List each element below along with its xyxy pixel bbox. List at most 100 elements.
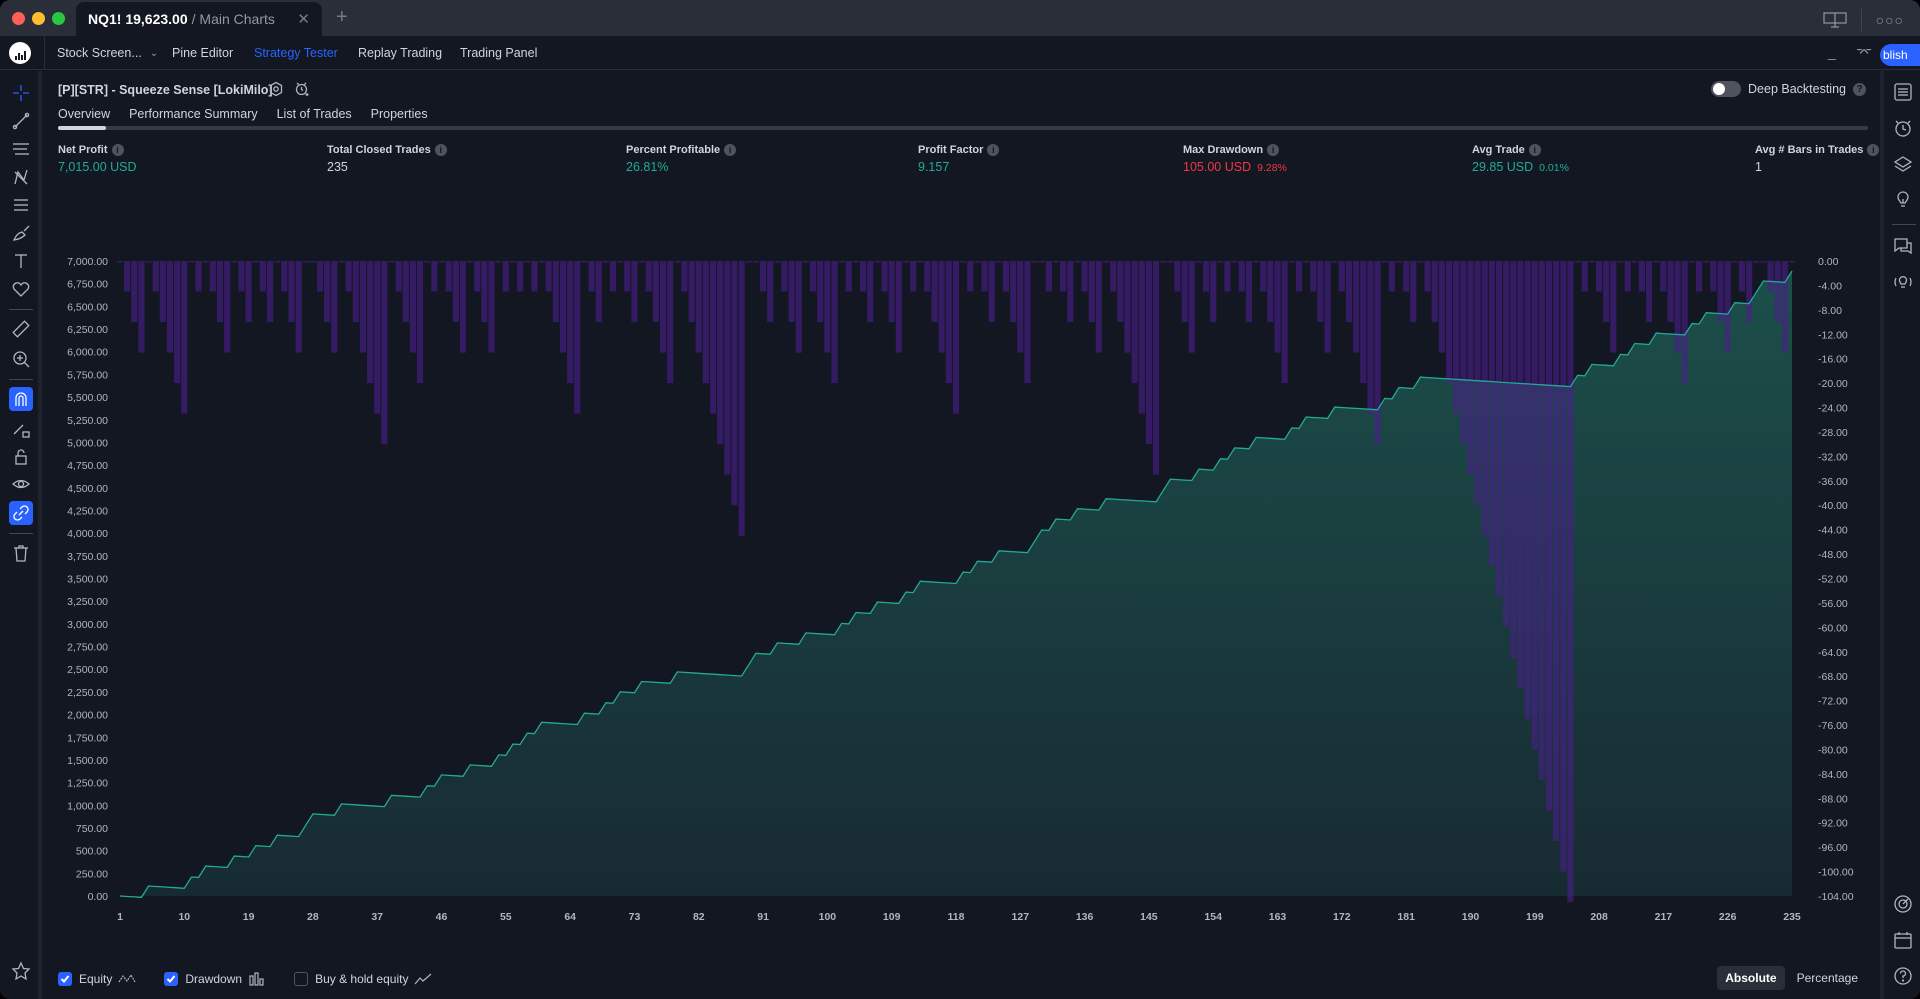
equity-checkbox[interactable] bbox=[58, 972, 72, 986]
info-icon[interactable]: i bbox=[987, 144, 1000, 156]
x-tick-label: 235 bbox=[1783, 911, 1801, 923]
drawdown-checkbox[interactable] bbox=[164, 972, 179, 986]
zoom-window-button[interactable] bbox=[52, 12, 65, 25]
menu-pine-editor[interactable]: Pine Editor bbox=[172, 36, 233, 70]
drawdown-bar bbox=[1195, 261, 1202, 263]
drawing-toolbar bbox=[0, 71, 42, 999]
y-left-tick-label: 6,500.00 bbox=[67, 301, 108, 313]
legend-buy-hold[interactable]: Buy & hold equity bbox=[294, 972, 432, 986]
eye-icon[interactable] bbox=[9, 473, 33, 497]
y-left-tick-label: 5,750.00 bbox=[67, 369, 108, 381]
deep-backtesting-toggle[interactable] bbox=[1711, 81, 1742, 97]
magnet-icon[interactable] bbox=[9, 387, 33, 411]
y-right-tick-label: -72.00 bbox=[1818, 696, 1848, 708]
menu-trading-panel[interactable]: Trading Panel bbox=[460, 36, 537, 70]
drawdown-bar bbox=[738, 261, 745, 536]
layout-icon[interactable] bbox=[1823, 12, 1847, 28]
close-window-button[interactable] bbox=[12, 12, 25, 25]
publish-button[interactable]: blish bbox=[1880, 44, 1920, 66]
menu-replay-trading[interactable]: Replay Trading bbox=[358, 36, 442, 70]
drawdown-bar bbox=[1467, 261, 1474, 475]
layers-icon[interactable] bbox=[1890, 151, 1916, 177]
minimize-window-button[interactable] bbox=[32, 12, 45, 25]
ideas-stream-icon[interactable] bbox=[1890, 269, 1916, 295]
watchlist-icon[interactable] bbox=[1890, 79, 1916, 105]
drawdown-bar bbox=[1688, 261, 1695, 263]
drawdown-bar bbox=[1453, 261, 1460, 414]
close-icon[interactable]: ✕ bbox=[297, 10, 310, 28]
drawdown-bar bbox=[324, 261, 331, 323]
unlock-icon[interactable] bbox=[9, 445, 33, 469]
drawdown-bar bbox=[1174, 261, 1181, 292]
star-icon[interactable] bbox=[9, 959, 33, 983]
y-right-tick-label: -84.00 bbox=[1818, 769, 1848, 781]
info-icon[interactable]: i bbox=[1528, 144, 1541, 156]
target-icon[interactable] bbox=[1890, 891, 1916, 917]
pattern-icon[interactable] bbox=[9, 165, 33, 189]
maximize-panel-icon[interactable]: ⌤ bbox=[1856, 44, 1872, 61]
legend-equity[interactable]: Equity bbox=[58, 972, 136, 986]
chart-tab[interactable]: NQ1! 19,623.00 / Main Charts ✕ bbox=[76, 2, 322, 36]
metric-total-closed-trades: Total Closed Trades i 235 bbox=[327, 144, 447, 174]
tab-list-of-trades[interactable]: List of Trades bbox=[277, 107, 352, 127]
drawdown-bar bbox=[467, 261, 474, 263]
trend-line-icon[interactable] bbox=[9, 109, 33, 133]
drawdown-bar bbox=[124, 261, 131, 292]
drawdown-bar bbox=[1460, 261, 1467, 445]
absolute-button[interactable]: Absolute bbox=[1717, 966, 1785, 990]
minimize-panel-icon[interactable]: _ bbox=[1828, 44, 1836, 60]
info-icon[interactable]: i bbox=[1867, 144, 1880, 156]
legend-drawdown[interactable]: Drawdown bbox=[164, 972, 266, 986]
buy-hold-checkbox[interactable] bbox=[294, 972, 309, 986]
drawdown-bar bbox=[688, 261, 695, 323]
link-icon[interactable] bbox=[9, 501, 33, 525]
ruler-icon[interactable] bbox=[9, 317, 33, 341]
percentage-button[interactable]: Percentage bbox=[1789, 966, 1866, 990]
drawdown-bar bbox=[1496, 261, 1503, 597]
drawdown-bar bbox=[1553, 261, 1560, 841]
calendar-icon[interactable] bbox=[1890, 927, 1916, 953]
prediction-icon[interactable] bbox=[9, 193, 33, 217]
zoom-in-icon[interactable] bbox=[9, 347, 33, 371]
menu-strategy-tester[interactable]: Strategy Tester bbox=[254, 36, 338, 70]
drawdown-bar bbox=[652, 261, 659, 323]
logo-icon[interactable] bbox=[9, 42, 31, 64]
info-icon[interactable]: i bbox=[724, 144, 737, 156]
x-tick-label: 163 bbox=[1269, 911, 1287, 923]
drawdown-bar bbox=[660, 261, 667, 353]
titlebar-divider bbox=[1860, 9, 1862, 31]
tab-properties[interactable]: Properties bbox=[371, 107, 428, 127]
text-icon[interactable] bbox=[9, 249, 33, 273]
crosshair-icon[interactable] bbox=[9, 81, 33, 105]
x-tick-label: 109 bbox=[883, 911, 901, 923]
more-icon[interactable]: ○○○ bbox=[1876, 12, 1904, 28]
info-icon[interactable]: i bbox=[1267, 144, 1280, 156]
plus-icon[interactable]: + bbox=[336, 6, 348, 29]
tab-overview[interactable]: Overview bbox=[58, 107, 110, 127]
help-icon[interactable]: ? bbox=[1853, 82, 1866, 96]
drawdown-bar bbox=[1424, 261, 1431, 292]
chat-icon[interactable] bbox=[1890, 233, 1916, 259]
add-alert-icon[interactable] bbox=[294, 81, 312, 99]
drawdown-bar bbox=[1660, 261, 1667, 292]
info-icon[interactable]: i bbox=[434, 144, 447, 156]
help-icon[interactable] bbox=[1890, 963, 1916, 989]
x-tick-label: 28 bbox=[307, 911, 319, 923]
strategy-title: [P][STR] - Squeeze Sense [LokiMilo] bbox=[58, 83, 273, 97]
equity-drawdown-chart[interactable]: 7,000.00 6,750.00 6,500.00 6,250.00 6,000.00… bbox=[46, 181, 1880, 941]
fib-retracement-icon[interactable] bbox=[9, 137, 33, 161]
drawdown-bar bbox=[474, 261, 481, 292]
settings-icon[interactable] bbox=[268, 81, 286, 99]
alarm-clock-icon[interactable] bbox=[1890, 115, 1916, 141]
menu-stock-screener[interactable]: Stock Screen... ⌄ bbox=[57, 36, 158, 70]
tab-performance-summary[interactable]: Performance Summary bbox=[129, 107, 258, 127]
heart-icon[interactable] bbox=[9, 277, 33, 301]
info-icon[interactable]: i bbox=[111, 144, 124, 156]
chart-canvas[interactable]: 7,000.00 6,750.00 6,500.00 6,250.00 6,000.00… bbox=[46, 181, 1880, 941]
brush-icon[interactable] bbox=[9, 221, 33, 245]
y-left-tick-label: 4,250.00 bbox=[67, 506, 108, 518]
lightbulb-icon[interactable] bbox=[1890, 187, 1916, 213]
trash-icon[interactable] bbox=[9, 541, 33, 565]
lock-drawing-icon[interactable] bbox=[9, 417, 33, 441]
drawdown-bar bbox=[1274, 261, 1281, 353]
